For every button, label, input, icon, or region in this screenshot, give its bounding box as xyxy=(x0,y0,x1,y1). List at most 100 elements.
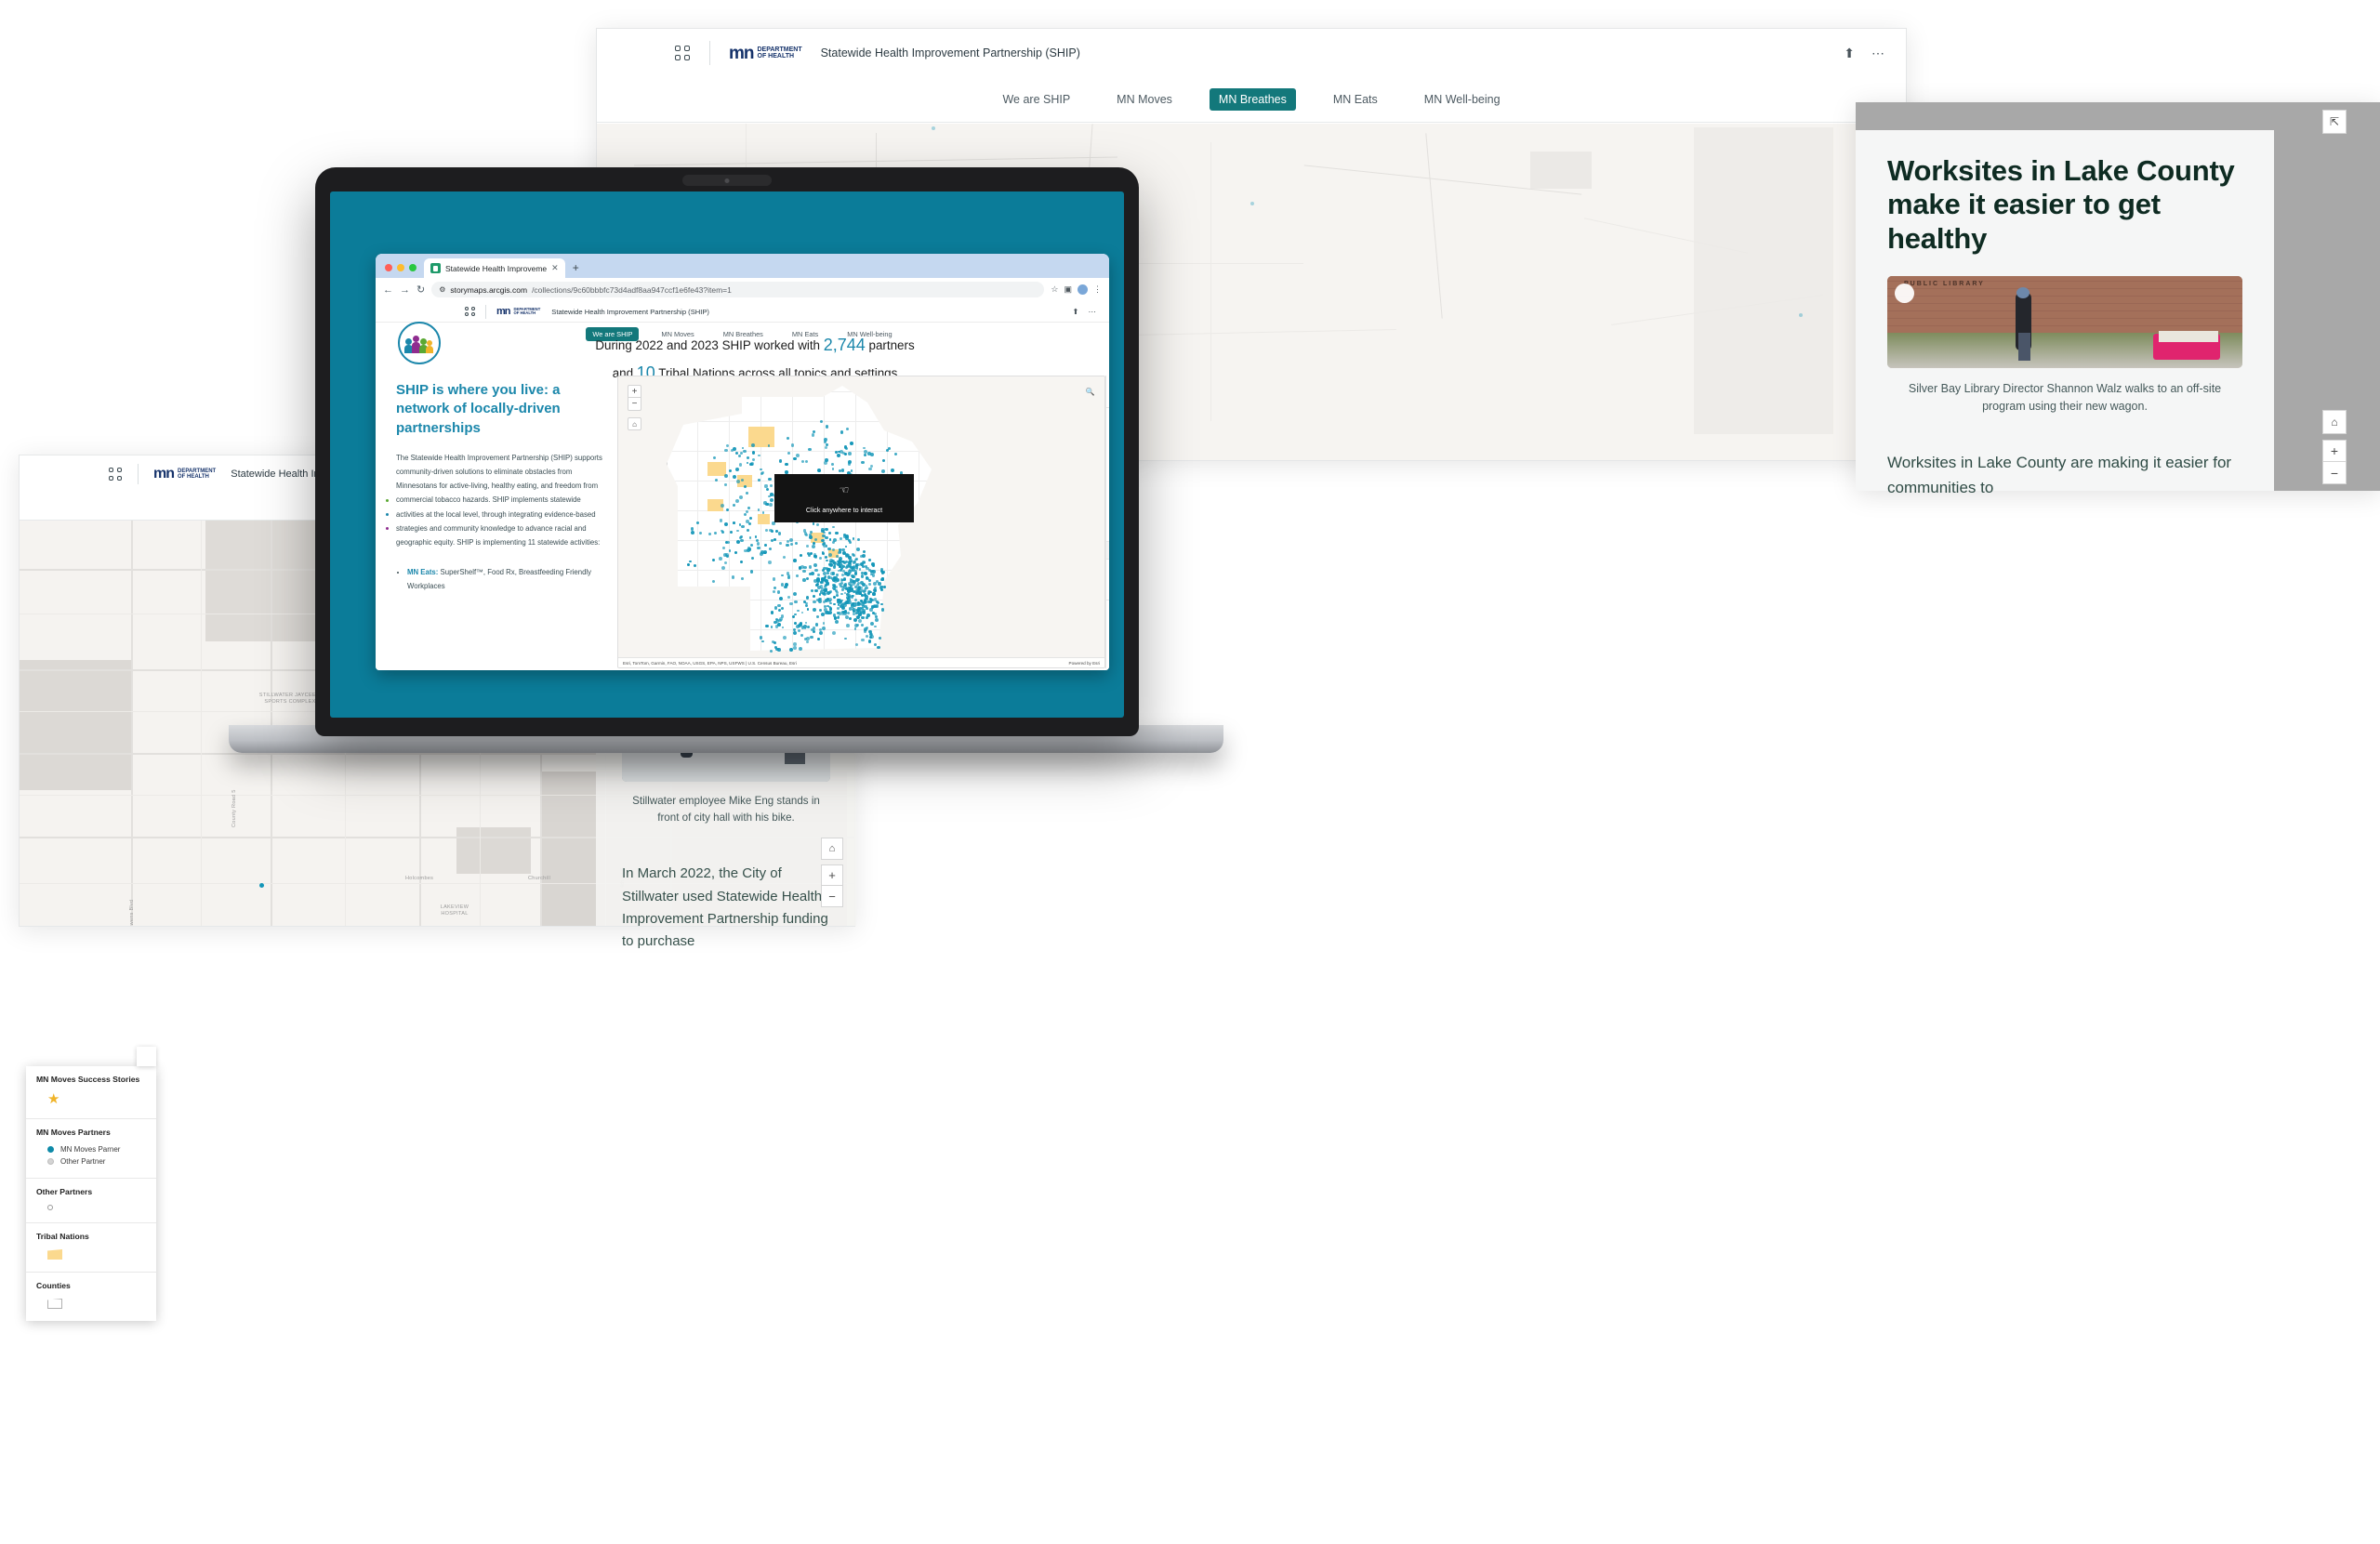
partner-dot[interactable] xyxy=(838,598,841,602)
partner-dot[interactable] xyxy=(749,543,754,547)
partner-dot[interactable] xyxy=(812,594,815,598)
site-settings-icon[interactable]: ⚙ xyxy=(439,285,445,294)
partner-dot[interactable] xyxy=(878,582,881,586)
partner-dot[interactable] xyxy=(863,593,867,597)
partner-dot[interactable] xyxy=(759,636,763,640)
partner-dot[interactable] xyxy=(867,640,872,643)
tab-we-are-ship[interactable]: We are SHIP xyxy=(993,88,1079,111)
partner-dot[interactable] xyxy=(798,646,802,651)
tab-mn-well-being[interactable]: MN Well-being xyxy=(1415,88,1510,111)
partner-dot[interactable] xyxy=(836,555,839,559)
partner-dot[interactable] xyxy=(825,566,828,570)
partner-dot[interactable] xyxy=(864,564,867,568)
partner-dot[interactable] xyxy=(890,468,894,472)
partner-dot[interactable] xyxy=(808,565,813,569)
map-interaction-tooltip[interactable]: ☜ Click anywhere to interact xyxy=(774,474,914,522)
partner-dot[interactable] xyxy=(861,460,865,465)
partner-dot[interactable] xyxy=(838,612,842,615)
zoom-in-button[interactable]: + xyxy=(628,385,641,398)
partner-dot[interactable] xyxy=(788,601,793,606)
home-icon[interactable]: ⌂ xyxy=(821,838,843,860)
partner-dot[interactable] xyxy=(778,459,783,463)
tab-mn-breathes[interactable]: MN Breathes xyxy=(1209,88,1296,111)
partner-dot[interactable] xyxy=(777,648,781,652)
partner-dot[interactable] xyxy=(782,555,786,560)
partner-dot[interactable] xyxy=(778,597,783,601)
partner-dot[interactable] xyxy=(726,554,730,558)
partner-dot[interactable] xyxy=(777,603,781,608)
partner-dot[interactable] xyxy=(810,635,813,640)
partner-dot[interactable] xyxy=(769,497,774,502)
partner-dot[interactable] xyxy=(839,584,842,587)
partner-dot[interactable] xyxy=(846,624,850,627)
home-icon[interactable]: ⌂ xyxy=(628,417,641,430)
back-button[interactable]: ← xyxy=(383,284,393,296)
partner-dot[interactable] xyxy=(813,555,818,559)
partner-dot[interactable] xyxy=(812,607,816,612)
partner-dot[interactable] xyxy=(826,571,829,574)
partner-dot[interactable] xyxy=(882,585,887,589)
star-icon[interactable]: ☆ xyxy=(1051,284,1058,295)
address-bar[interactable]: ⚙ storymaps.arcgis.com/collections/9c60b… xyxy=(431,282,1045,297)
partner-dot[interactable] xyxy=(843,578,846,582)
more-options-icon[interactable]: ⋯ xyxy=(1089,307,1097,317)
partner-dot[interactable] xyxy=(821,626,826,630)
share-icon[interactable]: ⬆ xyxy=(1844,46,1855,61)
partner-dot[interactable] xyxy=(738,463,743,467)
partner-dot[interactable] xyxy=(741,577,744,580)
partner-dot[interactable] xyxy=(769,503,773,508)
partner-dot[interactable] xyxy=(793,642,797,646)
partner-dot[interactable] xyxy=(848,587,852,590)
partner-dot[interactable] xyxy=(767,444,771,447)
zoom-out-button[interactable]: − xyxy=(821,886,843,907)
partner-dot[interactable] xyxy=(826,591,830,596)
interactive-map[interactable]: + − ⌂ 🔍 ☜ Click anywhere to interact Esr… xyxy=(617,376,1105,668)
partner-dot[interactable] xyxy=(864,572,867,575)
maximize-window-button[interactable] xyxy=(409,264,416,271)
partner-dot[interactable] xyxy=(865,615,869,619)
partner-dot[interactable] xyxy=(867,452,871,455)
partner-dot[interactable] xyxy=(825,425,828,429)
partner-dot[interactable] xyxy=(869,608,873,612)
partner-dot[interactable] xyxy=(860,562,864,566)
partner-dot[interactable] xyxy=(814,623,819,627)
partner-dot[interactable] xyxy=(688,560,692,563)
background-window-right[interactable]: Worksites in Lake County make it easier … xyxy=(1856,102,2380,496)
partner-dot[interactable] xyxy=(847,462,852,466)
partner-dot[interactable] xyxy=(862,611,866,614)
partner-dot[interactable] xyxy=(748,516,752,520)
close-window-button[interactable] xyxy=(385,264,392,271)
reload-button[interactable]: ↻ xyxy=(416,284,425,296)
partner-dot[interactable] xyxy=(735,499,739,503)
partner-dot[interactable] xyxy=(824,445,827,449)
partner-dot[interactable] xyxy=(863,454,866,456)
partner-dot[interactable] xyxy=(875,604,879,608)
partner-dot[interactable] xyxy=(825,535,828,539)
partner-dot[interactable] xyxy=(861,615,865,620)
partner-dot[interactable] xyxy=(771,530,774,533)
partner-dot[interactable] xyxy=(851,581,855,586)
partner-dot[interactable] xyxy=(829,608,832,611)
partner-dot[interactable] xyxy=(823,600,826,603)
more-options-icon[interactable]: ⋯ xyxy=(1871,46,1885,61)
partner-dot[interactable] xyxy=(815,615,819,619)
tab-mn-eats[interactable]: MN Eats xyxy=(1324,88,1387,111)
partner-dot[interactable] xyxy=(857,618,862,623)
partner-dot[interactable] xyxy=(866,634,869,638)
zoom-out-button[interactable]: − xyxy=(628,398,641,411)
app-grid-icon[interactable] xyxy=(465,306,475,317)
partner-dot[interactable] xyxy=(822,622,826,625)
partner-dot[interactable] xyxy=(707,533,711,536)
partner-dot[interactable] xyxy=(869,600,872,603)
partner-dot[interactable] xyxy=(840,468,845,472)
partner-dot[interactable] xyxy=(787,596,790,599)
partner-dot[interactable] xyxy=(768,477,772,481)
partner-dot[interactable] xyxy=(835,619,840,624)
partner-dot[interactable] xyxy=(853,572,858,575)
partner-dot[interactable] xyxy=(741,524,745,529)
partner-dot[interactable] xyxy=(870,605,875,609)
partner-dot[interactable] xyxy=(687,563,690,566)
partner-dot[interactable] xyxy=(721,547,725,550)
partner-dot[interactable] xyxy=(835,589,839,592)
partner-dot[interactable] xyxy=(751,451,755,455)
